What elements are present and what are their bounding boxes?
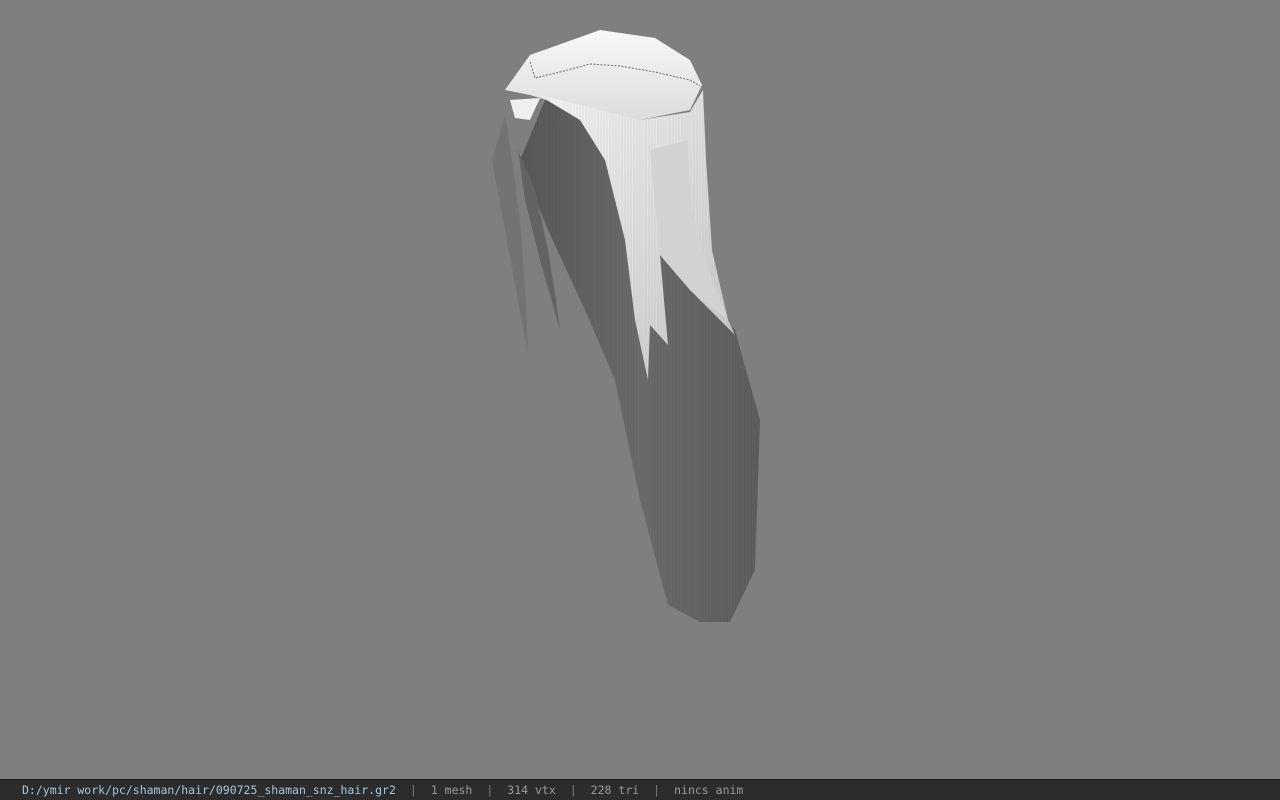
status-bar: D:/ymir work/pc/shaman/hair/090725_shama… <box>0 779 1280 800</box>
mesh-count: 1 mesh <box>430 783 473 797</box>
separator: | <box>409 783 417 797</box>
separator: | <box>569 783 577 797</box>
triangle-count: 228 tri <box>590 783 640 797</box>
separator: | <box>486 783 494 797</box>
separator: | <box>653 783 661 797</box>
vertex-count: 314 vtx <box>507 783 556 797</box>
hair-left-strand <box>492 115 528 355</box>
hair-model <box>492 30 760 622</box>
3d-viewport[interactable] <box>0 0 1280 779</box>
file-path: D:/ymir work/pc/shaman/hair/090725_shama… <box>22 783 396 797</box>
anim-status: nincs anim <box>674 783 744 797</box>
